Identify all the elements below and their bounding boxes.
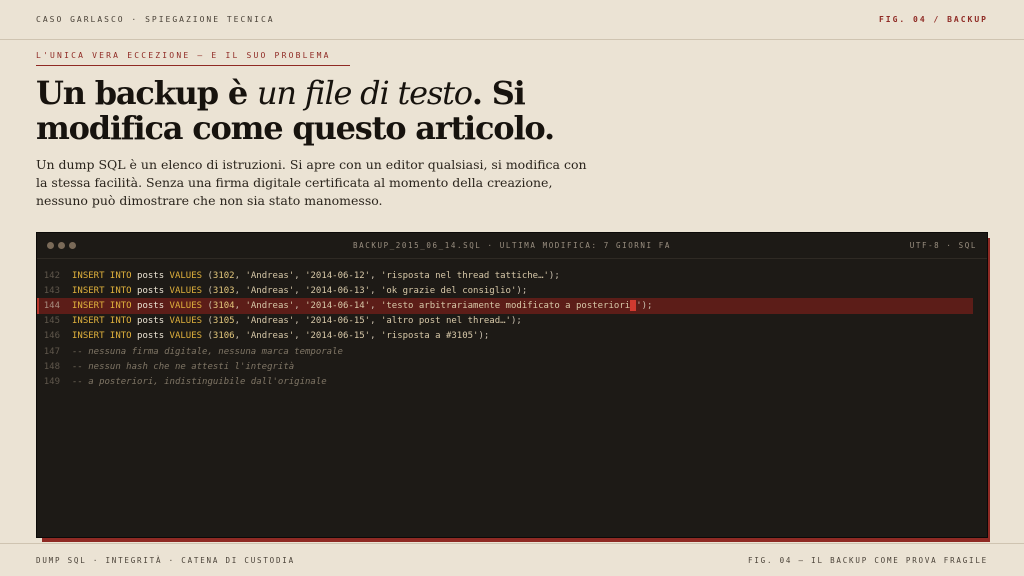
line-number: 149 [43, 376, 60, 387]
footer-caption: FIG. 04 — IL BACKUP COME PROVA FRAGILE [748, 555, 988, 565]
sql-keyword: INSERT INTO [72, 316, 132, 327]
minimize-dot-icon[interactable] [58, 242, 65, 249]
sql-text: 'ok grazie del consiglio' [380, 285, 517, 296]
code-line[interactable]: 142 INSERT INTO posts VALUES (3102, 'Andr… [37, 268, 973, 283]
lede-paragraph: Un dump SQL è un elenco di istruzioni. S… [36, 157, 587, 208]
line-number: 148 [43, 361, 60, 372]
sql-table: posts [137, 285, 165, 296]
sql-keyword: VALUES [169, 316, 203, 327]
kicker: L'UNICA VERA ECCEZIONE — E IL SUO PROBLE… [36, 51, 350, 66]
sql-tail: '); [636, 300, 653, 311]
line-number: 146 [43, 331, 60, 342]
comment-line[interactable]: 148 -- nessun hash che ne attesti l'integ… [37, 359, 973, 374]
sql-id: 3106 [212, 331, 235, 342]
sql-keyword: INSERT INTO [72, 331, 132, 342]
sql-date: '2014-06-15' [305, 316, 371, 327]
comment-line[interactable]: 147 -- nessuna firma digitale, nessuna ma… [37, 344, 973, 359]
sql-text: 'risposta a #3105' [380, 331, 479, 342]
maximize-dot-icon[interactable] [69, 242, 76, 249]
sql-table: posts [137, 331, 165, 342]
sql-date: '2014-06-15' [305, 331, 371, 342]
headline-emphasis: un file di testo [256, 74, 473, 112]
line-number: 145 [43, 316, 60, 327]
sql-text: 'testo arbitrariamente modificato a post… [380, 300, 631, 311]
editor-titlebar: BACKUP_2015_06_14.SQL · ULTIMA MODIFICA:… [37, 233, 987, 259]
code-line[interactable]: 146 INSERT INTO posts VALUES (3106, 'Andr… [37, 329, 973, 344]
sql-comment: -- a posteriori, indistinguibile dall'or… [72, 376, 327, 387]
comment-line[interactable]: 149 -- a posteriori, indistinguibile dall… [37, 374, 973, 389]
sql-keyword: VALUES [169, 270, 203, 281]
sql-id: 3105 [212, 316, 235, 327]
sql-keyword: VALUES [169, 300, 203, 311]
sql-table: posts [137, 270, 165, 281]
footer-bar: DUMP SQL · INTEGRITÀ · CATENA DI CUSTODI… [0, 543, 1024, 576]
sql-table: posts [137, 300, 165, 311]
sql-id: 3104 [212, 300, 235, 311]
sql-keyword: INSERT INTO [72, 285, 132, 296]
sql-id: 3103 [212, 285, 235, 296]
sql-keyword: INSERT INTO [72, 300, 132, 311]
line-number: 142 [43, 270, 60, 281]
sql-table: posts [137, 316, 165, 327]
headline: Un backup è un file di testo. Si modific… [36, 76, 636, 146]
line-number: 147 [43, 346, 60, 357]
sql-keyword: VALUES [169, 285, 203, 296]
sql-date: '2014-06-12' [305, 270, 371, 281]
footer-tags: DUMP SQL · INTEGRITÀ · CATENA DI CUSTODI… [36, 555, 295, 565]
sql-id: 3102 [212, 270, 235, 281]
headline-part1: Un backup è [36, 74, 257, 112]
code-area[interactable]: 142 INSERT INTO posts VALUES (3102, 'Andr… [37, 259, 987, 390]
sql-keyword: VALUES [169, 331, 203, 342]
line-number: 143 [43, 285, 60, 296]
close-dot-icon[interactable] [47, 242, 54, 249]
editor-file-title: BACKUP_2015_06_14.SQL · ULTIMA MODIFICA:… [353, 241, 671, 250]
code-editor-window: BACKUP_2015_06_14.SQL · ULTIMA MODIFICA:… [36, 232, 988, 538]
editor-encoding: UTF-8 · SQL [909, 241, 977, 250]
sql-comment: -- nessun hash che ne attesti l'integrit… [72, 361, 295, 372]
sql-date: '2014-06-13' [305, 285, 371, 296]
code-line[interactable]: 145 INSERT INTO posts VALUES (3105, 'Andr… [37, 314, 973, 329]
sql-author: 'Andreas' [245, 300, 295, 311]
sql-keyword: INSERT INTO [72, 270, 132, 281]
sql-author: 'Andreas' [245, 270, 295, 281]
code-line-highlighted[interactable]: 144 INSERT INTO posts VALUES (3104, 'Andr… [37, 298, 973, 314]
code-line[interactable]: 143 INSERT INTO posts VALUES (3103, 'Andr… [37, 283, 973, 298]
top-bar: CASO GARLASCO · SPIEGAZIONE TECNICA FIG.… [0, 0, 1024, 40]
sql-author: 'Andreas' [245, 331, 295, 342]
sql-author: 'Andreas' [245, 316, 295, 327]
series-label: CASO GARLASCO · SPIEGAZIONE TECNICA [36, 15, 275, 24]
sql-comment: -- nessuna firma digitale, nessuna marca… [72, 346, 343, 357]
sql-text: 'altro post nel thread…' [380, 316, 511, 327]
sql-author: 'Andreas' [245, 285, 295, 296]
figure-label: FIG. 04 / BACKUP [878, 15, 988, 24]
window-controls [47, 242, 76, 249]
sql-text: 'risposta nel thread tattiche…' [380, 270, 549, 281]
line-number: 144 [43, 300, 60, 311]
sql-date: '2014-06-14' [305, 300, 371, 311]
